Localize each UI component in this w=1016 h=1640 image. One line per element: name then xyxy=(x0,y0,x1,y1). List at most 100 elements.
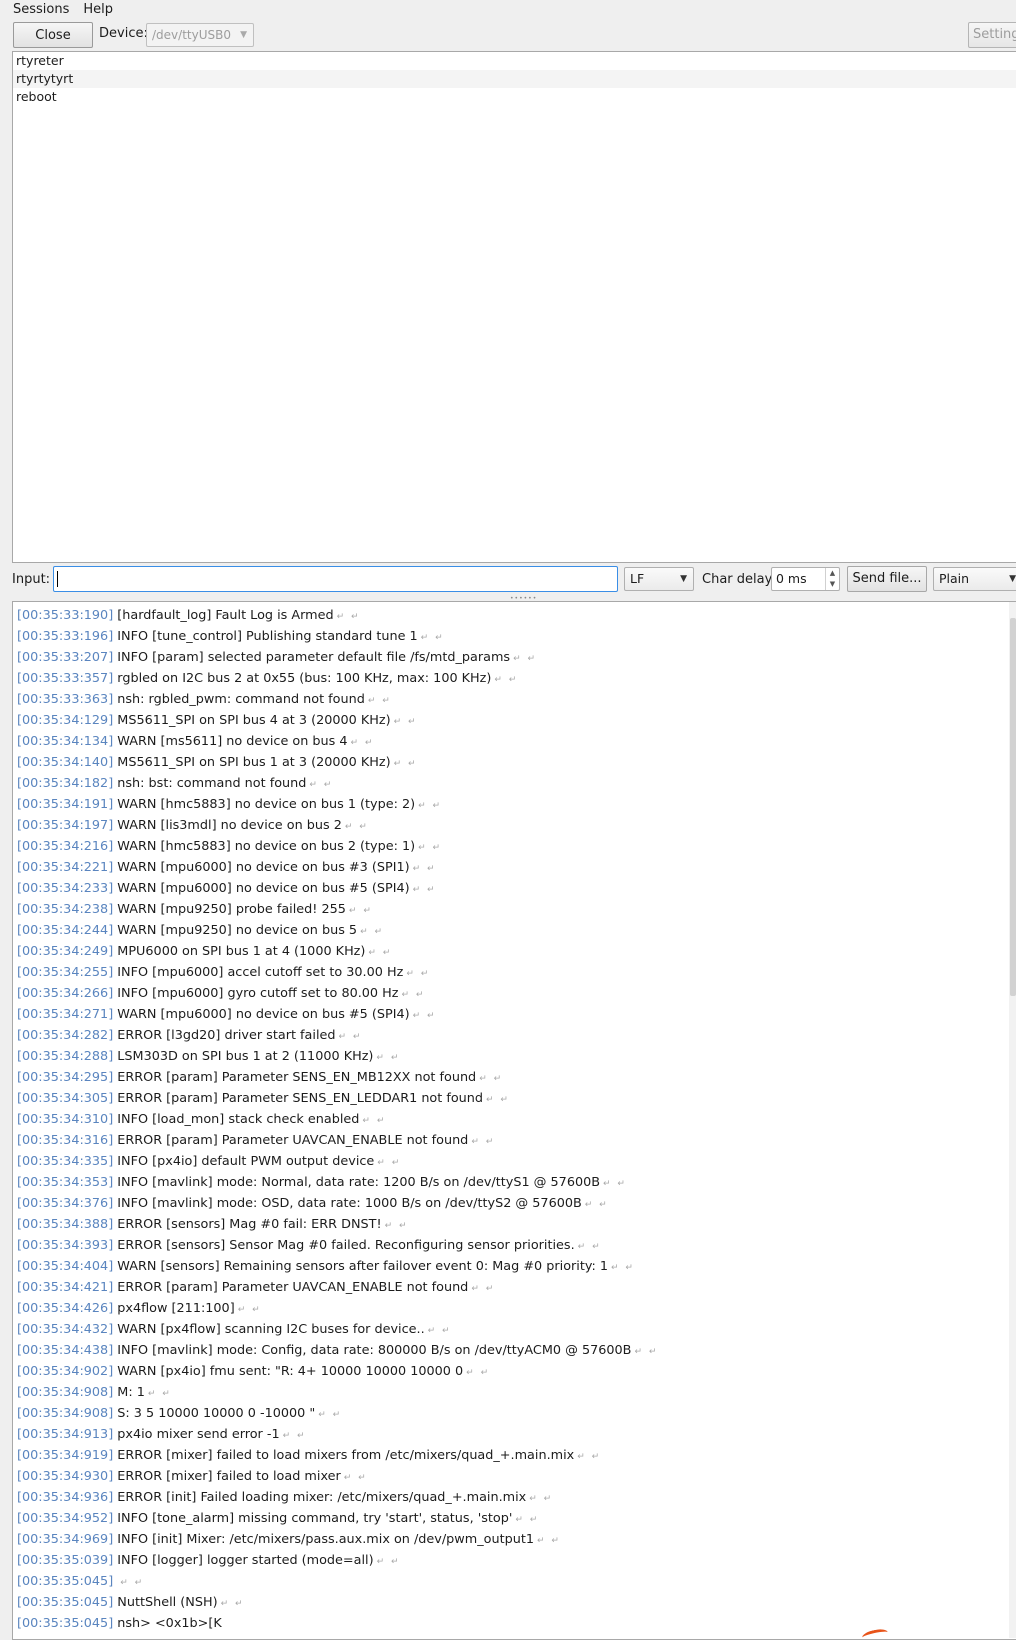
device-select-value: /dev/ttyUSB0 xyxy=(152,28,231,42)
log-timestamp: [00:35:35:045] xyxy=(17,1616,114,1631)
log-line: [00:35:34:404] WARN [sensors] Remaining … xyxy=(13,1256,1016,1277)
log-timestamp: [00:35:35:039] xyxy=(17,1553,114,1568)
history-item[interactable]: reboot xyxy=(13,88,1016,106)
log-timestamp: [00:35:33:207] xyxy=(17,650,114,665)
command-history-list[interactable]: rtyreter rtyrtytyrt reboot xyxy=(12,51,1016,563)
spin-arrows-icon[interactable]: ▲ ▼ xyxy=(825,568,839,590)
line-end-marker-icon: ↵ ↵ xyxy=(577,1242,602,1252)
log-line: [00:35:34:140] MS5611_SPI on SPI bus 1 a… xyxy=(13,752,1016,773)
log-timestamp: [00:35:34:969] xyxy=(17,1532,114,1547)
log-message: WARN [hmc5883] no device on bus 1 (type:… xyxy=(117,797,416,812)
log-message: INFO [load_mon] stack check enabled xyxy=(117,1112,360,1127)
char-delay-spinbox[interactable]: 0 ms ▲ ▼ xyxy=(771,567,840,591)
log-timestamp: [00:35:34:129] xyxy=(17,713,114,728)
line-ending-select[interactable]: LF ▼ xyxy=(624,567,694,591)
line-end-marker-icon: ↵ ↵ xyxy=(603,1179,627,1189)
line-end-marker-icon: ↵ ↵ xyxy=(344,822,369,832)
line-end-marker-icon: ↵ ↵ xyxy=(471,1137,496,1147)
log-timestamp: [00:35:34:335] xyxy=(17,1154,114,1169)
log-timestamp: [00:35:33:357] xyxy=(17,671,114,686)
log-line: [00:35:34:282] ERROR [l3gd20] driver sta… xyxy=(13,1025,1016,1046)
menu-sessions[interactable]: Sessions xyxy=(6,0,76,20)
log-timestamp: [00:35:34:952] xyxy=(17,1511,114,1526)
history-item[interactable]: rtyreter xyxy=(13,52,1016,70)
log-timestamp: [00:35:34:249] xyxy=(17,944,114,959)
log-timestamp: [00:35:34:295] xyxy=(17,1070,114,1085)
log-message: LSM303D on SPI bus 1 at 2 (11000 KHz) xyxy=(117,1049,374,1064)
log-line: [00:35:34:249] MPU6000 on SPI bus 1 at 4… xyxy=(13,941,1016,962)
log-message: INFO [mpu6000] accel cutoff set to 30.00… xyxy=(117,965,404,980)
close-button[interactable]: Close xyxy=(13,22,93,48)
history-item[interactable]: rtyrtytyrt xyxy=(13,70,1016,88)
log-line: [00:35:34:238] WARN [mpu9250] probe fail… xyxy=(13,899,1016,920)
log-timestamp: [00:35:34:421] xyxy=(17,1280,114,1295)
log-message: WARN [ms5611] no device on bus 4 xyxy=(117,734,348,749)
log-scrollbar-thumb[interactable] xyxy=(1010,618,1016,996)
char-delay-label: Char delay: xyxy=(702,572,776,587)
device-select[interactable]: /dev/ttyUSB0 ▼ xyxy=(146,23,254,47)
log-line: [00:35:34:216] WARN [hmc5883] no device … xyxy=(13,836,1016,857)
log-line: [00:35:34:295] ERROR [param] Parameter S… xyxy=(13,1067,1016,1088)
line-end-marker-icon: ↵ ↵ xyxy=(343,1473,368,1483)
line-end-marker-icon: ↵ ↵ xyxy=(384,1221,409,1231)
log-timestamp: [00:35:34:902] xyxy=(17,1364,114,1379)
log-timestamp: [00:35:34:134] xyxy=(17,734,114,749)
terminal-output[interactable]: [00:35:33:190] [hardfault_log] Fault Log… xyxy=(12,601,1016,1640)
log-line: [00:35:34:197] WARN [lis3mdl] no device … xyxy=(13,815,1016,836)
log-line: [00:35:35:045] nsh> <0x1b>[K xyxy=(13,1613,1016,1634)
log-timestamp: [00:35:33:190] xyxy=(17,608,114,623)
log-message: INFO [px4io] default PWM output device xyxy=(117,1154,375,1169)
line-end-marker-icon: ↵ ↵ xyxy=(362,1116,387,1126)
line-end-marker-icon: ↵ ↵ xyxy=(309,780,334,790)
log-message: ERROR [mixer] failed to load mixer xyxy=(117,1469,341,1484)
line-end-marker-icon: ↵ ↵ xyxy=(494,675,519,685)
log-message: rgbled on I2C bus 2 at 0x55 (bus: 100 KH… xyxy=(117,671,492,686)
log-message: WARN [sensors] Remaining sensors after f… xyxy=(117,1259,609,1274)
device-label: Device: xyxy=(99,26,148,41)
line-end-marker-icon: ↵ ↵ xyxy=(420,633,445,643)
log-line: [00:35:34:936] ERROR [init] Failed loadi… xyxy=(13,1487,1016,1508)
log-timestamp: [00:35:34:140] xyxy=(17,755,114,770)
log-timestamp: [00:35:34:936] xyxy=(17,1490,114,1505)
log-message: INFO [logger] logger started (mode=all) xyxy=(117,1553,374,1568)
command-input[interactable] xyxy=(53,566,618,592)
input-label: Input: xyxy=(12,572,51,587)
menu-help[interactable]: Help xyxy=(76,0,120,20)
send-file-button[interactable]: Send file... xyxy=(847,566,927,592)
chevron-down-icon: ▼ xyxy=(1009,574,1016,584)
line-end-marker-icon: ↵ ↵ xyxy=(367,696,392,706)
log-timestamp: [00:35:34:404] xyxy=(17,1259,114,1274)
log-line: [00:35:33:196] INFO [tune_control] Publi… xyxy=(13,626,1016,647)
line-end-marker-icon: ↵ ↵ xyxy=(368,948,393,958)
log-timestamp: [00:35:35:045] xyxy=(17,1574,114,1589)
log-line: [00:35:33:357] rgbled on I2C bus 2 at 0x… xyxy=(13,668,1016,689)
log-message: ERROR [sensors] Mag #0 fail: ERR DNST! xyxy=(117,1217,382,1232)
log-timestamp: [00:35:34:238] xyxy=(17,902,114,917)
log-line: [00:35:34:908] M: 1 ↵ ↵ xyxy=(13,1382,1016,1403)
log-line: [00:35:33:207] INFO [param] selected par… xyxy=(13,647,1016,668)
log-message: ERROR [sensors] Sensor Mag #0 failed. Re… xyxy=(117,1238,575,1253)
line-end-marker-icon: ↵ ↵ xyxy=(479,1074,504,1084)
log-timestamp: [00:35:34:919] xyxy=(17,1448,114,1463)
settings-button[interactable]: Settings xyxy=(968,22,1016,48)
line-end-marker-icon: ↵ ↵ xyxy=(418,843,443,853)
log-line: [00:35:34:233] WARN [mpu6000] no device … xyxy=(13,878,1016,899)
log-line: [00:35:34:913] px4io mixer send error -1… xyxy=(13,1424,1016,1445)
log-timestamp: [00:35:33:196] xyxy=(17,629,114,644)
log-message: INFO [mpu6000] gyro cutoff set to 80.00 … xyxy=(117,986,399,1001)
log-timestamp: [00:35:35:045] xyxy=(17,1595,114,1610)
log-timestamp: [00:35:34:255] xyxy=(17,965,114,980)
log-message: NuttShell (NSH) xyxy=(117,1595,218,1610)
line-end-marker-icon: ↵ ↵ xyxy=(377,1158,402,1168)
line-end-marker-icon: ↵ ↵ xyxy=(412,885,437,895)
log-timestamp: [00:35:34:426] xyxy=(17,1301,114,1316)
log-message: INFO [mavlink] mode: Normal, data rate: … xyxy=(117,1175,601,1190)
log-message: nsh: rgbled_pwm: command not found xyxy=(117,692,365,707)
text-caret xyxy=(57,571,58,587)
log-line: [00:35:34:902] WARN [px4io] fmu sent: "R… xyxy=(13,1361,1016,1382)
format-select[interactable]: Plain ▼ xyxy=(933,567,1016,591)
line-end-marker-icon: ↵ ↵ xyxy=(412,1011,437,1021)
chevron-down-icon: ▼ xyxy=(240,30,247,40)
log-message: S: 3 5 10000 10000 0 -10000 " xyxy=(117,1406,316,1421)
log-timestamp: [00:35:34:197] xyxy=(17,818,114,833)
